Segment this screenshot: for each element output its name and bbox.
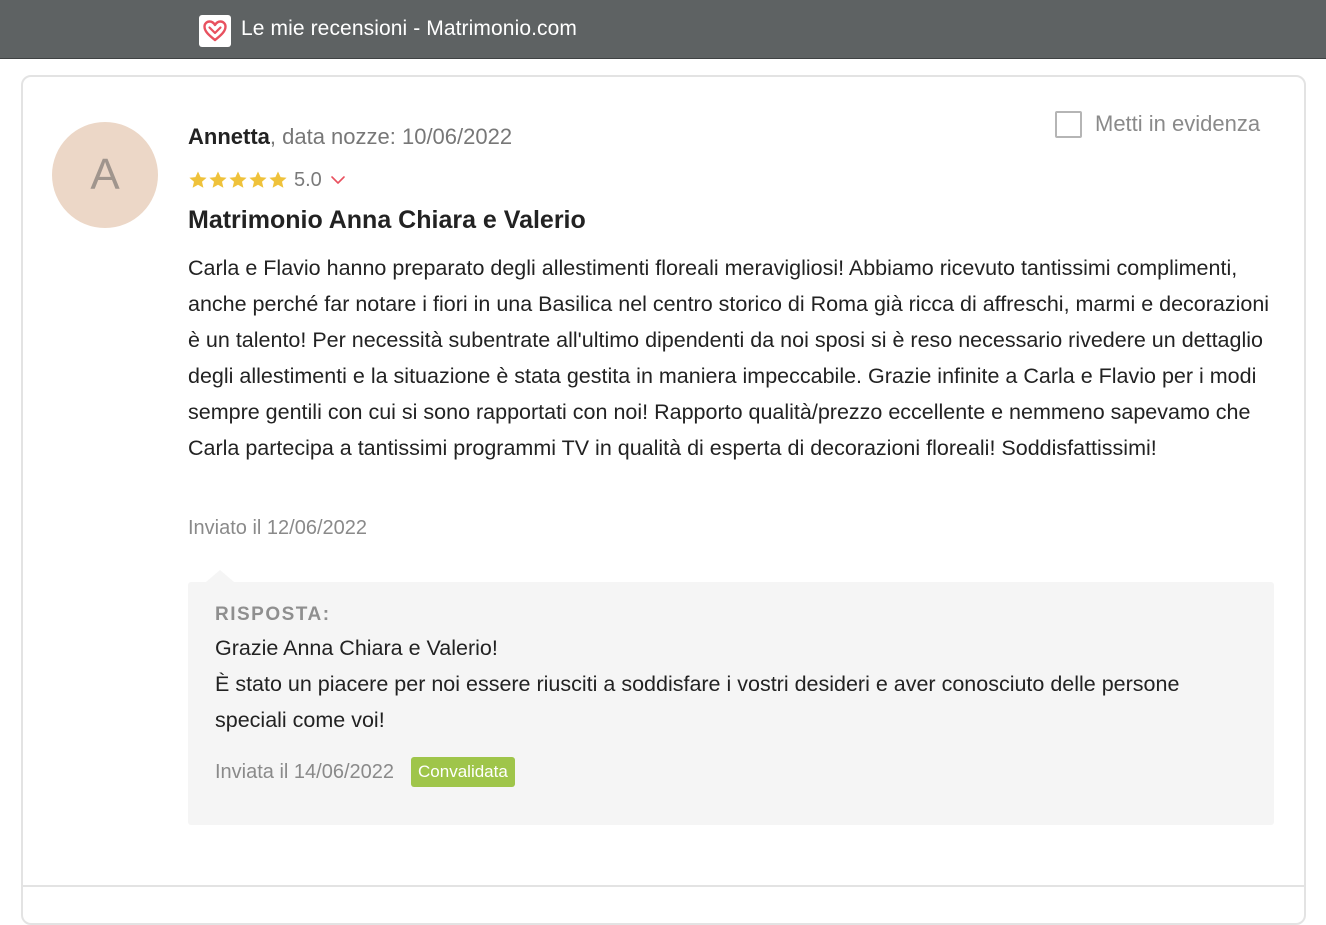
reply-header: RISPOSTA: bbox=[215, 604, 331, 625]
review-sent-date: Inviato il 12/06/2022 bbox=[188, 517, 368, 539]
chevron-down-icon[interactable] bbox=[330, 174, 346, 186]
avatar-letter: A bbox=[90, 150, 120, 199]
feature-label: Metti in evidenza bbox=[1095, 111, 1261, 136]
card-divider bbox=[23, 885, 1304, 887]
avatar: A bbox=[52, 122, 158, 228]
reply-line-1: Grazie Anna Chiara e Valerio! bbox=[215, 636, 498, 660]
heart-logo-icon bbox=[199, 15, 231, 47]
reply-meta: Inviata il 14/06/2022 Convalidata bbox=[215, 757, 515, 787]
rating: 5.0 bbox=[188, 168, 346, 192]
review-title: Matrimonio Anna Chiara e Valerio bbox=[188, 206, 586, 234]
rating-stars bbox=[188, 170, 288, 190]
feature-checkbox[interactable] bbox=[1055, 110, 1082, 138]
reply-box: RISPOSTA: Grazie Anna Chiara e Valerio! … bbox=[188, 570, 1274, 825]
feature-toggle[interactable]: Metti in evidenza bbox=[1055, 110, 1260, 138]
star-icon bbox=[189, 171, 207, 188]
reply-line-2: È stato un piacere per noi essere riusci… bbox=[215, 672, 1180, 732]
review-author-line: Annetta, data nozze: 10/06/2022 bbox=[188, 124, 512, 150]
review-author: Annetta bbox=[188, 124, 270, 149]
star-icon bbox=[209, 171, 227, 188]
reply-sent-date: Inviata il 14/06/2022 bbox=[215, 760, 395, 783]
star-icon bbox=[269, 171, 287, 188]
reply-text: Grazie Anna Chiara e Valerio! È stato un… bbox=[215, 630, 1235, 738]
status-badge: Convalidata bbox=[411, 757, 515, 787]
star-icon bbox=[249, 171, 267, 188]
window-title: Le mie recensioni - Matrimonio.com bbox=[241, 17, 578, 40]
window-titlebar: Le mie recensioni - Matrimonio.com bbox=[0, 0, 1326, 59]
rating-score: 5.0 bbox=[294, 168, 322, 191]
review-body: Carla e Flavio hanno preparato degli all… bbox=[188, 256, 1270, 460]
wedding-date: , data nozze: 10/06/2022 bbox=[269, 124, 513, 149]
star-icon bbox=[229, 171, 247, 188]
reply-notch bbox=[206, 570, 234, 582]
